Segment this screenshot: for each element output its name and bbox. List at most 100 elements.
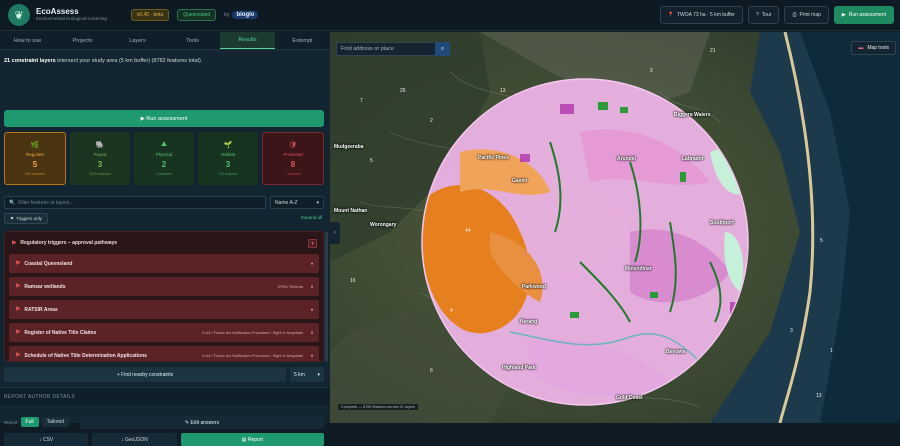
report-mode-label: Report bbox=[4, 419, 18, 425]
generate-report-button[interactable]: ▤ Report bbox=[180, 433, 324, 446]
triggers-only-toggle[interactable]: ⚑ Triggers only bbox=[4, 213, 48, 224]
map-label-benowa: Benowa bbox=[666, 349, 686, 355]
map-search-input[interactable]: Find address or place bbox=[336, 42, 450, 56]
svg-text:5: 5 bbox=[820, 238, 823, 244]
flag-icon: ⚑ bbox=[15, 353, 21, 359]
svg-text:4: 4 bbox=[450, 308, 453, 314]
results-scrollbar[interactable] bbox=[325, 232, 328, 362]
location-chip[interactable]: 📍 TWOA 73 ha · 5 km buffer bbox=[659, 6, 743, 24]
tab-how-to-use[interactable]: How to use bbox=[0, 32, 55, 49]
svg-text:2: 2 bbox=[430, 118, 433, 124]
find-nearby-button[interactable]: + Find nearby constraints bbox=[4, 367, 286, 382]
summary-count: 21 constraint layers bbox=[4, 58, 56, 64]
map-label-mudgeeraba: Mudgeeraba bbox=[334, 144, 364, 150]
category-cards: 🌿 Regulate 5 204 features 🐘 Fauna 3 1020… bbox=[4, 132, 324, 185]
filter-input[interactable]: 🔍 Filter features or layers... bbox=[4, 196, 266, 209]
map-tools-button[interactable]: ▬ Map tools bbox=[851, 41, 896, 55]
partner-logo[interactable]: bioglo bbox=[232, 11, 259, 19]
category-card-fauna[interactable]: 🐘 Fauna 3 1020 features bbox=[70, 132, 130, 185]
export-geojson-button[interactable]: ↓ GeoJSON bbox=[92, 433, 177, 446]
report-author-section[interactable]: REPORT AUTHOR DETAILS bbox=[0, 387, 330, 405]
svg-text:13: 13 bbox=[816, 393, 822, 399]
item-name: Schedule of Native Title Determination A… bbox=[24, 352, 147, 359]
collapse-panel-tab[interactable]: ‹ bbox=[330, 222, 340, 244]
category-card-physical[interactable]: ⛰ Physical 2 2 features bbox=[134, 132, 194, 185]
tour-button[interactable]: ? Tour bbox=[747, 6, 780, 24]
left-panel: How to use Projects Layers Tools Results… bbox=[0, 32, 330, 446]
map-canvas[interactable]: 2625 44164 1373 5136 2121 bbox=[330, 32, 900, 423]
category-label: Protected bbox=[283, 152, 303, 157]
map-label-arundel: Arundel bbox=[617, 156, 636, 162]
tab-layers[interactable]: Layers bbox=[110, 32, 165, 49]
map-label-molendinar: Molendinar bbox=[625, 266, 652, 272]
flag-icon: ⚑ bbox=[15, 307, 21, 313]
flag-icon: ⚑ bbox=[15, 330, 21, 336]
tour-label: Tour bbox=[761, 12, 772, 18]
state-badge[interactable]: Queensland bbox=[177, 9, 217, 21]
list-item[interactable]: ⚑ Register of Native Title Claims ILUA / F… bbox=[9, 323, 319, 342]
map-status: Complete — 8782 features across 21 layer… bbox=[338, 404, 419, 410]
map-view[interactable]: 26 2 5 44 16 4 13 7 3 5 13 6 21 2 1 Mudgeeraba Wor… bbox=[330, 32, 900, 423]
map-label-pacific-pines: Pacific Pines bbox=[478, 155, 509, 161]
item-name: Register of Native Title Claims bbox=[24, 329, 97, 336]
regulatory-triggers-group: ⚑ Regulatory triggers – approval pathway… bbox=[4, 231, 324, 362]
svg-text:21: 21 bbox=[710, 48, 716, 54]
report-tailored-toggle[interactable]: Tailored bbox=[41, 417, 70, 427]
tab-tools[interactable]: Tools bbox=[165, 32, 220, 49]
map-label-southport: Southport bbox=[710, 220, 734, 226]
run-assessment-top-button[interactable]: ▶ Run assessment bbox=[833, 6, 894, 24]
brand: EcoAssess Environmental ecological scree… bbox=[36, 8, 107, 21]
tab-extempt[interactable]: Extempt bbox=[275, 32, 330, 49]
search-icon: 🔍 bbox=[9, 199, 16, 206]
tab-results[interactable]: Results bbox=[220, 32, 275, 49]
list-item[interactable]: ⚑ Coastal Queensland ▾ bbox=[9, 254, 319, 273]
animal-icon: 🐘 bbox=[95, 142, 105, 149]
run-assessment-button[interactable]: ▶ Run assessment bbox=[4, 110, 324, 127]
leaf-icon: 🌿 bbox=[30, 142, 40, 149]
mountain-icon: ⛰ bbox=[161, 141, 167, 148]
item-name: Coastal Queensland bbox=[24, 260, 73, 267]
shield-icon: 🛡 bbox=[288, 142, 298, 149]
filter-row: 🔍 Filter features or layers... Name A-Z ▾ bbox=[4, 196, 324, 209]
group-count-badge: 7 bbox=[308, 238, 317, 248]
category-card-protected[interactable]: 🛡 Protected 8 7 features bbox=[262, 132, 324, 185]
item-name: RATSIR Areas bbox=[24, 306, 58, 313]
play-icon: ▶ bbox=[841, 12, 846, 18]
category-card-regulate[interactable]: 🌿 Regulate 5 204 features bbox=[4, 132, 66, 185]
category-card-habitat[interactable]: 🌱 Habitat 3 212 features bbox=[198, 132, 258, 185]
distance-select[interactable]: 5 km ▾ bbox=[290, 367, 324, 382]
chevron-left-icon: ‹ bbox=[334, 230, 336, 236]
chevron-down-icon: ▾ bbox=[316, 199, 319, 206]
sort-value: Name A-Z bbox=[275, 199, 298, 206]
svg-text:2: 2 bbox=[650, 68, 653, 74]
expand-all-link[interactable]: Expand all bbox=[301, 215, 322, 220]
map-label-labrador: Labrador bbox=[682, 156, 704, 162]
svg-text:26: 26 bbox=[400, 88, 406, 94]
list-item[interactable]: ⚑ RATSIR Areas ▾ bbox=[9, 300, 319, 319]
export-csv-button[interactable]: ↓ CSV bbox=[4, 433, 89, 446]
map-label-worongary: Worongary bbox=[370, 222, 397, 228]
report-full-toggle[interactable]: Full bbox=[20, 417, 39, 427]
print-icon: ⎙ bbox=[792, 12, 797, 18]
map-label-nerang: Nerang bbox=[520, 319, 538, 325]
category-count: 8 bbox=[290, 160, 296, 169]
tab-projects[interactable]: Projects bbox=[55, 32, 110, 49]
svg-text:5: 5 bbox=[370, 158, 373, 164]
version-badge: v0.45 · beta bbox=[130, 9, 170, 21]
print-map-button[interactable]: ⎙ Print map bbox=[784, 6, 829, 24]
list-item[interactable]: ⚑ Ramsar wetlands EPBC Referral ▾ bbox=[9, 277, 319, 296]
chevron-down-icon: ▾ bbox=[310, 261, 313, 266]
category-sub: 212 features bbox=[218, 172, 238, 176]
chevron-down-icon: ▾ bbox=[310, 307, 313, 312]
top-bar: ❦ EcoAssess Environmental ecological scr… bbox=[0, 0, 900, 31]
group-header[interactable]: ⚑ Regulatory triggers – approval pathway… bbox=[5, 232, 323, 254]
location-chip-label: TWOA 73 ha · 5 km buffer bbox=[676, 12, 735, 18]
toolbox-icon: ▬ bbox=[858, 45, 864, 51]
category-label: Regulate bbox=[25, 152, 44, 157]
sort-select[interactable]: Name A-Z ▾ bbox=[270, 196, 324, 209]
item-meta: EPBC Referral bbox=[278, 284, 303, 289]
category-sub: 2 features bbox=[156, 172, 172, 176]
list-item[interactable]: ⚑ Schedule of Native Title Determination … bbox=[9, 346, 319, 361]
map-search-button[interactable]: ⌕ bbox=[435, 42, 450, 56]
chevron-down-icon: ▾ bbox=[317, 371, 320, 378]
